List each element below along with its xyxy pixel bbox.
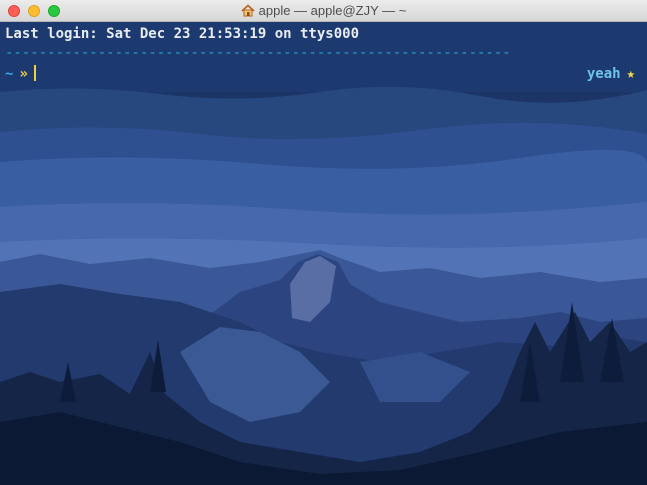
- star-icon: ★: [626, 66, 635, 82]
- terminal-window: apple — apple@ZJY — ~ Last login: Sat De…: [0, 0, 647, 485]
- separator-line: ----------------------------------------…: [5, 45, 511, 61]
- prompt-line[interactable]: ~ » yeah ★: [5, 65, 642, 83]
- home-icon: [241, 4, 255, 17]
- prompt-directory: ~: [5, 66, 14, 82]
- last-login-text: Last login: Sat Dec 23 21:53:19 on ttys0…: [5, 26, 360, 42]
- window-title: apple — apple@ZJY — ~: [258, 3, 407, 18]
- title-bar[interactable]: apple — apple@ZJY — ~: [0, 0, 647, 22]
- window-title-container: apple — apple@ZJY — ~: [0, 3, 647, 18]
- wallpaper-background: [0, 22, 647, 485]
- right-prompt: yeah ★: [587, 65, 635, 83]
- text-cursor: [33, 65, 36, 81]
- terminal-content[interactable]: Last login: Sat Dec 23 21:53:19 on ttys0…: [0, 22, 647, 485]
- right-prompt-user: yeah: [586, 66, 621, 82]
- prompt-arrow: »: [19, 66, 28, 82]
